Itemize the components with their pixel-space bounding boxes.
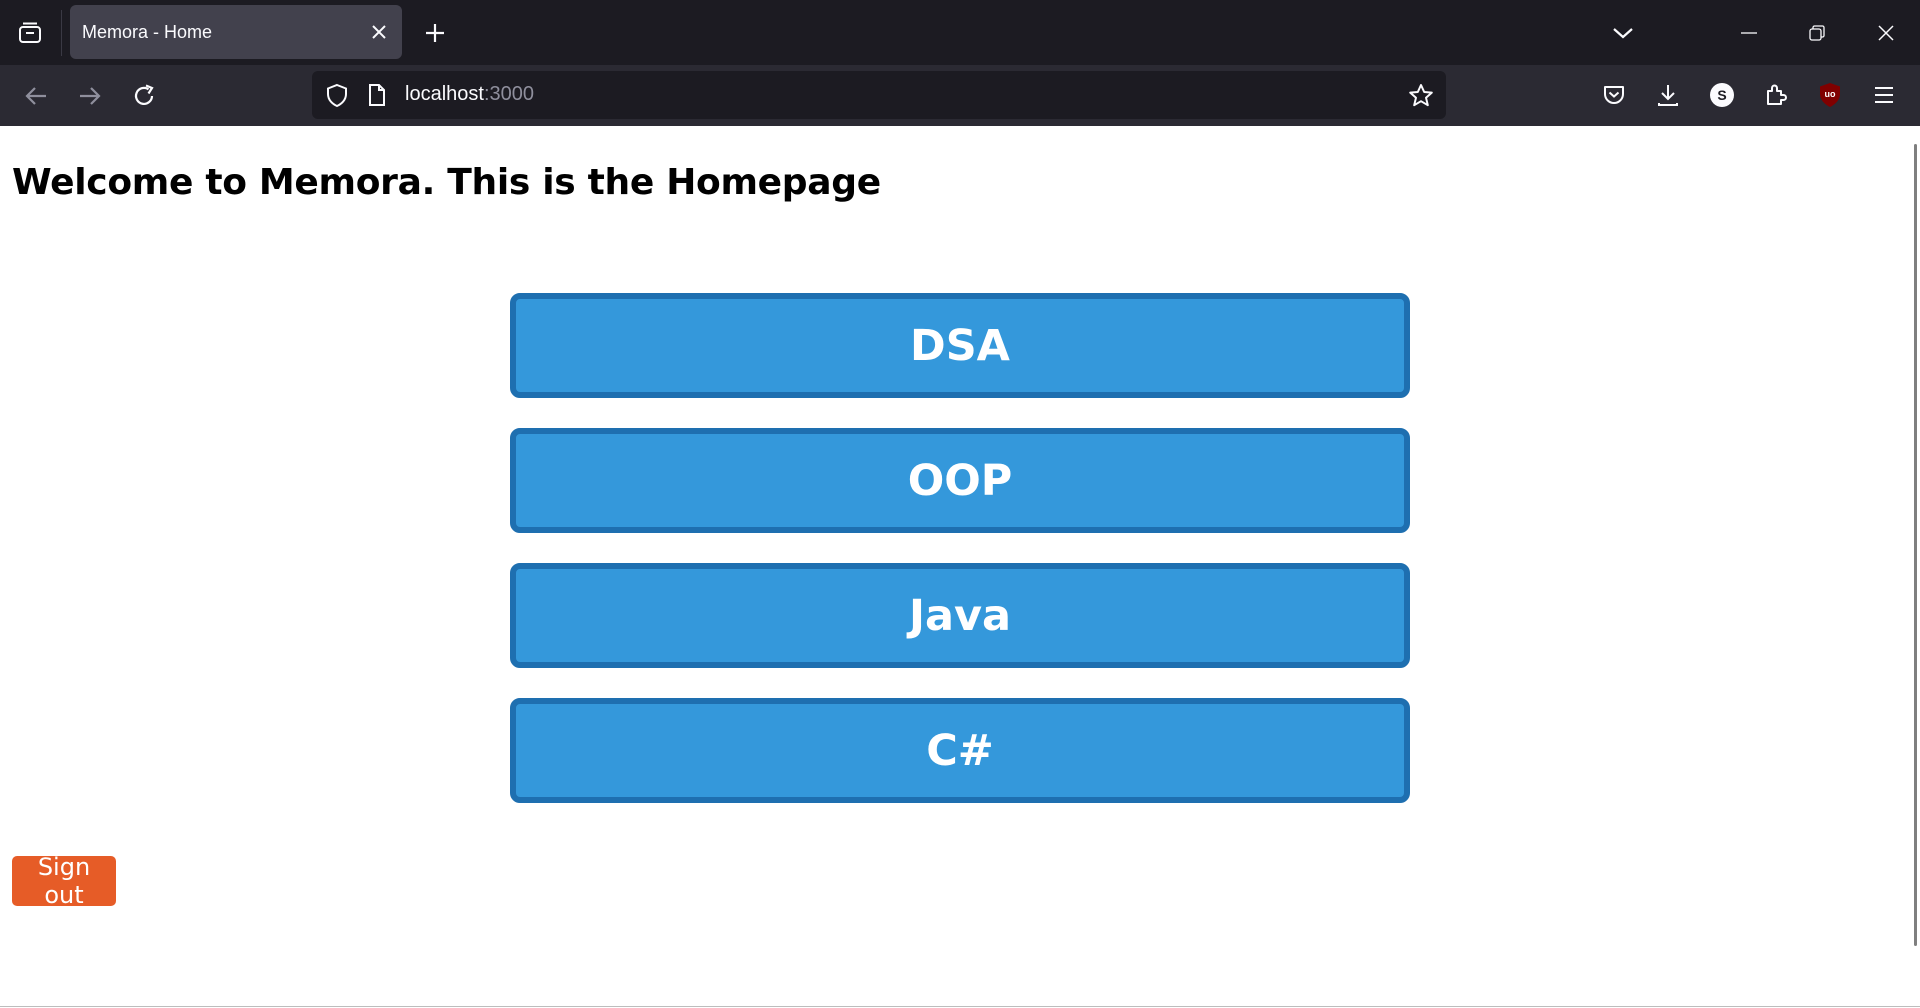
tab-title: Memora - Home xyxy=(82,22,213,42)
topic-button-dsa[interactable]: DSA xyxy=(510,293,1410,398)
sign-out-button[interactable]: Sign out xyxy=(12,853,116,909)
browser-nav-bar: localhost:3000 S uo xyxy=(0,65,1920,126)
star-icon[interactable] xyxy=(1408,83,1434,112)
back-arrow-icon[interactable] xyxy=(19,79,53,113)
download-icon[interactable] xyxy=(1651,78,1685,112)
ublock-icon[interactable]: uo xyxy=(1813,78,1847,112)
scrollbar[interactable] xyxy=(1914,144,1917,946)
restore-icon[interactable] xyxy=(1802,18,1832,48)
pocket-icon[interactable] xyxy=(1597,78,1631,112)
window-close-icon[interactable] xyxy=(1871,18,1901,48)
minimize-icon[interactable] xyxy=(1734,18,1764,48)
topic-button-oop[interactable]: OOP xyxy=(510,428,1410,533)
topic-button-java[interactable]: Java xyxy=(510,563,1410,668)
forward-arrow-icon[interactable] xyxy=(73,79,107,113)
menu-icon[interactable] xyxy=(1867,78,1901,112)
page-content: Welcome to Memora. This is the Homepage … xyxy=(0,126,1920,1008)
url-host: localhost xyxy=(405,83,484,105)
url-port: :3000 xyxy=(483,83,534,105)
extensions-icon[interactable] xyxy=(1759,78,1793,112)
browser-tab-bar: Memora - Home xyxy=(0,0,1920,65)
topic-list: DSA OOP Java C# xyxy=(510,293,1410,833)
chevron-down-icon[interactable] xyxy=(1608,18,1638,48)
page-icon[interactable] xyxy=(367,83,387,111)
shield-icon[interactable] xyxy=(325,83,349,112)
tab-list-icon[interactable] xyxy=(14,18,46,48)
account-icon[interactable]: S xyxy=(1705,78,1739,112)
plus-icon[interactable] xyxy=(420,18,450,48)
tab-separator xyxy=(61,10,62,56)
account-initial: S xyxy=(1717,87,1726,103)
url-text[interactable]: localhost:3000 xyxy=(405,83,534,106)
bottom-divider xyxy=(0,1006,1920,1007)
ublock-label: uo xyxy=(1825,89,1836,99)
url-bar[interactable]: localhost:3000 xyxy=(312,71,1446,119)
topic-button-csharp[interactable]: C# xyxy=(510,698,1410,803)
reload-icon[interactable] xyxy=(127,79,161,113)
page-title: Welcome to Memora. This is the Homepage xyxy=(12,162,881,203)
close-icon[interactable] xyxy=(366,19,392,45)
tab-active[interactable]: Memora - Home xyxy=(70,5,402,59)
